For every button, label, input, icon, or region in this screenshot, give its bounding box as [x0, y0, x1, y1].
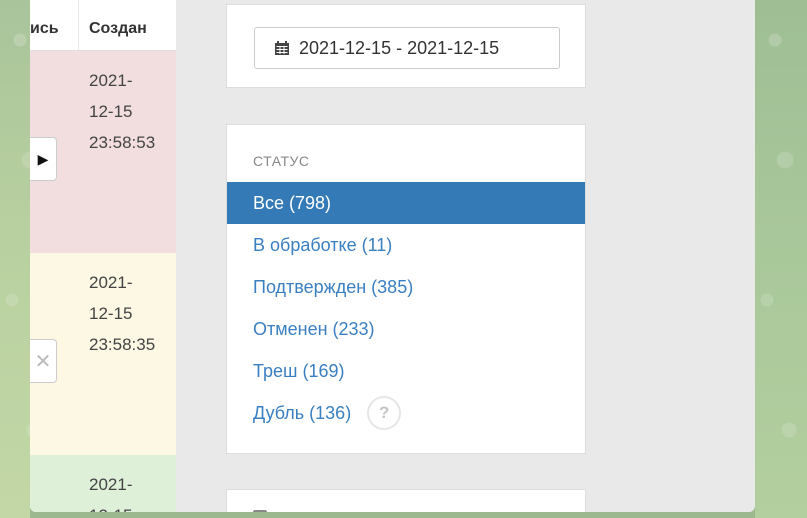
created-cell: 2021- 12-15 23:58:35: [78, 253, 176, 455]
next-filter-panel: [226, 489, 586, 512]
created-date-part: 12-15: [89, 304, 133, 323]
orders-table: ись Создан ▶ 2021- 12-15 23:58:53 ✕ 2021…: [30, 0, 176, 512]
status-filter-panel: СТАТУС Все (798) В обработке (11) Подтве…: [226, 124, 586, 454]
wallpaper-right: [755, 0, 807, 518]
table-row[interactable]: ✕ 2021- 12-15 23:58:35: [30, 253, 176, 455]
created-date-part: 12-15: [89, 500, 176, 512]
status-item-trash[interactable]: Треш (169): [227, 350, 585, 392]
column-header-partial[interactable]: ись: [30, 0, 78, 50]
status-item-label: Подтвержден (385): [253, 277, 414, 297]
status-item-processing[interactable]: В обработке (11): [227, 224, 585, 266]
status-item-confirmed[interactable]: Подтвержден (385): [227, 266, 585, 308]
play-icon: ▶: [37, 150, 49, 167]
status-item-label: Треш (169): [253, 361, 345, 381]
status-item-cancelled[interactable]: Отменен (233): [227, 308, 585, 350]
created-time: 23:58:35: [89, 335, 156, 354]
created-cell: 2021- 12-15 23:58:53: [78, 51, 176, 253]
status-heading: СТАТУС: [253, 153, 310, 169]
created-date-part: 2021-: [89, 273, 133, 292]
status-item-all[interactable]: Все (798): [227, 182, 585, 224]
help-icon[interactable]: ?: [367, 396, 402, 430]
close-icon: ✕: [34, 350, 52, 373]
table-row[interactable]: ▶ 2021- 12-15 23:58:53: [30, 51, 176, 253]
status-list: Все (798) В обработке (11) Подтвержден (…: [227, 182, 585, 434]
date-range-picker[interactable]: 2021-12-15 - 2021-12-15: [254, 27, 560, 69]
partial-checkbox-row: [253, 510, 433, 512]
date-range-value: 2021-12-15 - 2021-12-15: [299, 37, 500, 58]
status-item-duplicate[interactable]: Дубль (136) ?: [227, 392, 585, 434]
screenshot-area: ись Создан ▶ 2021- 12-15 23:58:53 ✕ 2021…: [30, 0, 755, 512]
status-item-label: Все (798): [253, 193, 332, 213]
remove-button[interactable]: ✕: [30, 339, 57, 383]
checkbox-icon[interactable]: [253, 510, 267, 512]
column-header-created[interactable]: Создан: [78, 0, 176, 50]
table-row[interactable]: 2021- 12-15: [30, 455, 176, 512]
calendar-icon: [275, 41, 289, 55]
wallpaper-left: [0, 0, 30, 518]
created-cell: 2021- 12-15: [78, 455, 176, 512]
status-item-label: Дубль (136): [253, 403, 352, 423]
status-item-label: В обработке (11): [253, 235, 393, 255]
date-filter-panel: 2021-12-15 - 2021-12-15: [226, 4, 586, 88]
created-date-part: 2021-: [89, 475, 133, 494]
created-date-part: 12-15: [89, 102, 133, 121]
status-item-label: Отменен (233): [253, 319, 375, 339]
play-button[interactable]: ▶: [30, 137, 57, 181]
created-date-part: 2021-: [89, 71, 133, 90]
created-time: 23:58:53: [89, 133, 156, 152]
table-header: ись Создан: [30, 0, 176, 51]
